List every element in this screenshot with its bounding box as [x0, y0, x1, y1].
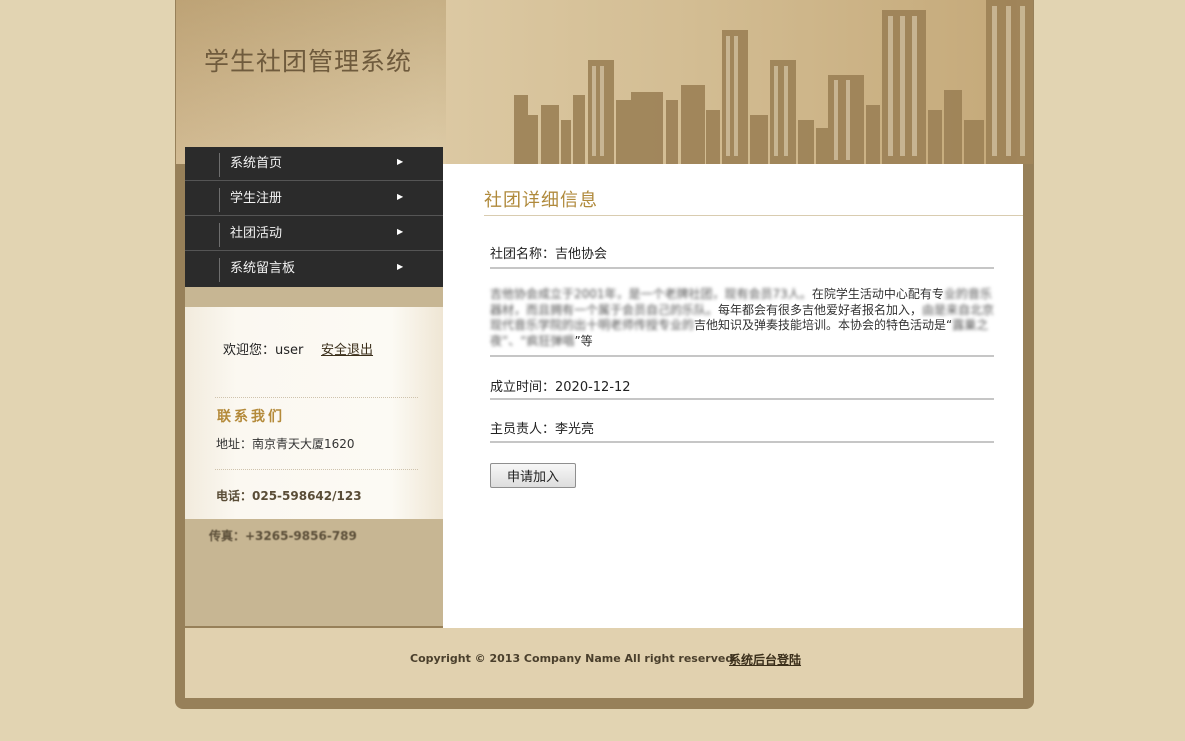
nav-divider: [219, 188, 220, 212]
nav-item-register[interactable]: 学生注册 ▶: [185, 182, 443, 216]
description-blurred-head: 吉他协会成立于2001年，是一个老牌社团，现有会员73人。: [490, 287, 812, 301]
nav-item-guestbook[interactable]: 系统留言板 ▶: [185, 252, 443, 286]
club-description: 吉他协会成立于2001年，是一个老牌社团，现有会员73人。在院学生活动中心配有专…: [490, 287, 996, 349]
admin-login-link[interactable]: 系统后台登陆: [729, 651, 801, 668]
header-banner: 学生社团管理系统: [176, 0, 1033, 164]
detail-heading: 社团详细信息: [484, 190, 598, 211]
description-part1: 在院学生活动中心配有专: [811, 287, 944, 301]
nav-item-label: 系统首页: [230, 156, 283, 171]
description-part4: ”等: [574, 333, 593, 348]
apply-join-button[interactable]: 申请加入: [490, 463, 576, 488]
nav-item-label: 社团活动: [230, 226, 283, 241]
nav-item-label: 学生注册: [230, 191, 283, 206]
nav-item-home[interactable]: 系统首页 ▶: [185, 147, 443, 181]
contact-address: 地址：南京青天大厦1620: [216, 437, 355, 451]
nav-divider: [219, 258, 220, 282]
divider: [490, 398, 994, 400]
sidebar-strip: [185, 287, 443, 307]
founded-date: 成立时间：2020-12-12: [490, 380, 631, 395]
welcome-text: 欢迎您：user: [223, 343, 304, 358]
heading-rule: [484, 215, 1023, 216]
caret-right-icon: ▶: [397, 227, 404, 236]
logout-link[interactable]: 安全退出: [321, 339, 373, 358]
nav-divider: [219, 153, 220, 177]
caret-right-icon: ▶: [397, 262, 404, 271]
caret-right-icon: ▶: [397, 192, 404, 201]
contact-fax: 传真：+3265-9856-789: [209, 529, 357, 543]
divider: [490, 441, 994, 443]
description-part2: 每年都会有很多吉他爱好者报名加入，: [718, 302, 923, 317]
description-part3: 吉他知识及弹奏技能培训。本协会的特色活动是“: [694, 318, 953, 332]
nav-divider: [219, 223, 220, 247]
copyright-text: Copyright © 2013 Company Name All right …: [410, 652, 734, 665]
club-leader: 主员责人：李光亮: [490, 422, 595, 437]
club-name: 社团名称：吉他协会: [490, 247, 608, 262]
divider: [490, 355, 994, 357]
main-content: 社团详细信息 社团名称：吉他协会 吉他协会成立于2001年，是一个老牌社团，现有…: [443, 164, 1023, 628]
caret-right-icon: ▶: [397, 157, 404, 166]
divider: [215, 469, 418, 470]
contact-phone: 电话：025-598642/123: [216, 489, 362, 503]
site-title: 学生社团管理系统: [204, 47, 413, 76]
city-skyline-image: [514, 0, 1033, 164]
footer: Copyright © 2013 Company Name All right …: [185, 628, 1023, 698]
divider: [215, 397, 418, 398]
nav-item-label: 系统留言板: [230, 261, 296, 276]
contact-title: 联系我们: [217, 409, 285, 425]
nav-item-activities[interactable]: 社团活动 ▶: [185, 217, 443, 251]
divider: [490, 267, 994, 269]
